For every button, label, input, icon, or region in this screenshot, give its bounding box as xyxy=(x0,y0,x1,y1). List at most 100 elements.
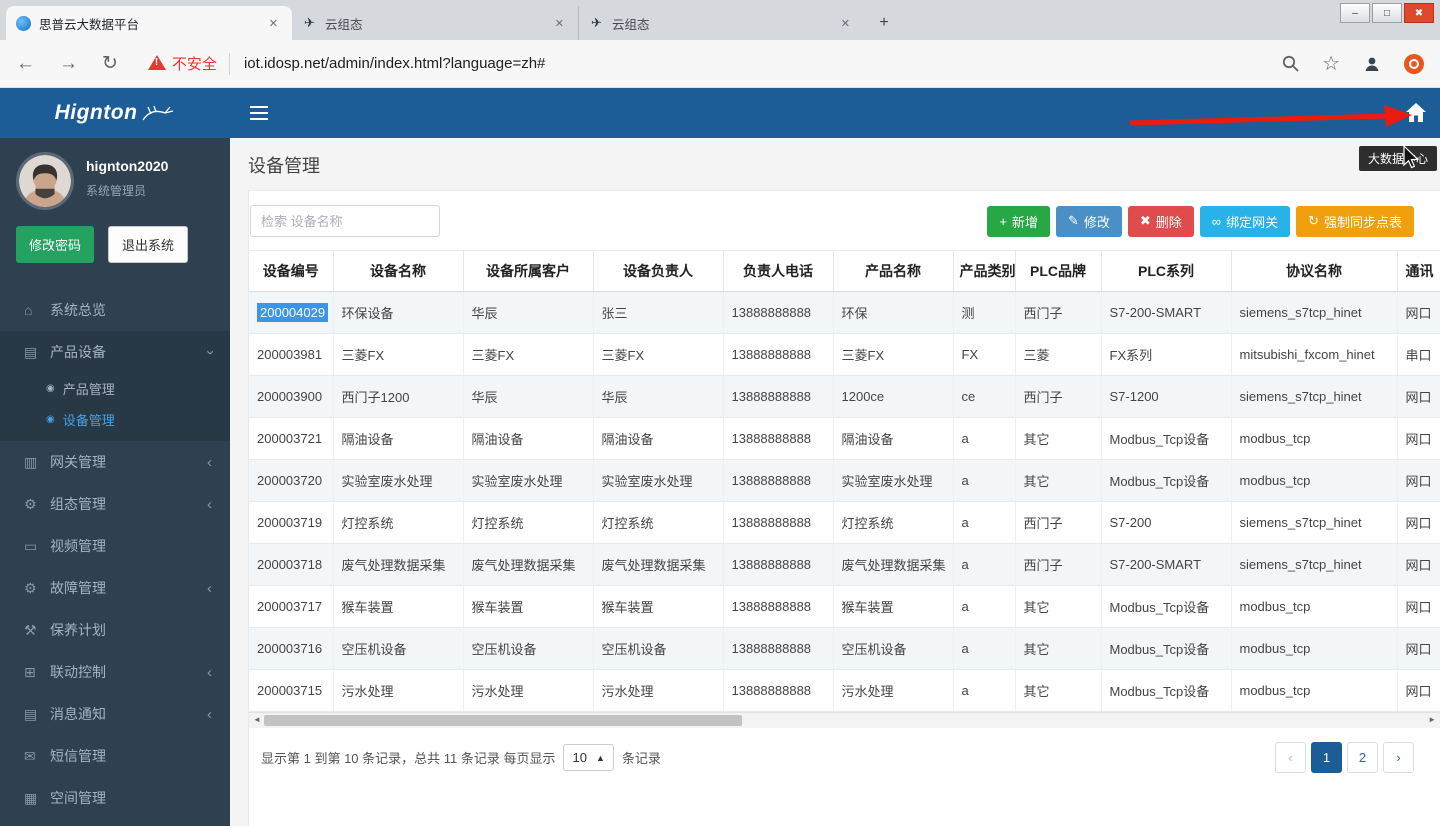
table-row[interactable]: 200003719灯控系统灯控系统灯控系统13888888888灯控系统a西门子… xyxy=(249,502,1440,544)
sidebar-item-scada-manage[interactable]: ⚙组态管理‹ xyxy=(0,483,230,525)
browser-brand-icon[interactable] xyxy=(1404,54,1424,74)
column-header[interactable]: 负责人电话 xyxy=(723,251,833,292)
table-cell: Modbus_Tcp设备 xyxy=(1101,418,1231,460)
home-icon[interactable] xyxy=(1406,103,1426,127)
logout-button[interactable]: 退出系统 xyxy=(108,226,188,263)
sidebar-item-fault-manage[interactable]: ⚙故障管理‹ xyxy=(0,567,230,609)
column-header[interactable]: PLC系列 xyxy=(1101,251,1231,292)
sidebar-item-linkage-control[interactable]: ⊞联动控制‹ xyxy=(0,651,230,693)
reload-icon[interactable]: ↻ xyxy=(102,52,118,75)
sidebar-item-product-device[interactable]: ▤产品设备‹ xyxy=(0,331,230,373)
pagination-summary: 显示第 1 到第 10 条记录，总共 11 条记录 每页显示 10 ▲ 条记录 xyxy=(261,744,661,771)
sidebar-item-device-manage[interactable]: ◉设备管理 xyxy=(0,404,230,435)
table-row[interactable]: 200003900西门子1200华辰华辰138888888881200cece西… xyxy=(249,376,1440,418)
zoom-icon[interactable] xyxy=(1281,54,1300,73)
force-sync-button[interactable]: ↻强制同步点表 xyxy=(1296,206,1414,237)
minimize-button[interactable]: – xyxy=(1340,3,1370,23)
sidebar-item-label: 故障管理 xyxy=(50,578,207,598)
sidebar-item-maintenance-plan[interactable]: ⚒保养计划 xyxy=(0,609,230,651)
column-header[interactable]: 设备编号 xyxy=(249,251,333,292)
page-2-page-button[interactable]: 2 xyxy=(1347,742,1378,773)
table-cell: Modbus_Tcp设备 xyxy=(1101,628,1231,670)
tab-close-icon[interactable]: ✕ xyxy=(551,15,568,32)
column-header[interactable]: 产品类别 xyxy=(953,251,1015,292)
column-header[interactable]: PLC品牌 xyxy=(1015,251,1101,292)
sidebar-item-gateway-manage[interactable]: ▥网关管理‹ xyxy=(0,441,230,483)
browser-tab-tab-1[interactable]: 思普云大数据平台✕ xyxy=(6,6,292,40)
page-size-select[interactable]: 10 ▲ xyxy=(563,744,613,771)
browser-tab-tab-3[interactable]: ✈云组态✕ xyxy=(578,6,864,40)
add-button[interactable]: +新增 xyxy=(987,206,1050,237)
scroll-left-icon[interactable]: ◄ xyxy=(253,715,261,724)
next-page-button[interactable]: › xyxy=(1383,742,1414,773)
table-cell: 空压机设备 xyxy=(463,628,593,670)
column-header[interactable]: 产品名称 xyxy=(833,251,953,292)
horizontal-scrollbar[interactable]: ◄ ► xyxy=(249,712,1440,728)
table-row[interactable]: 200003981三菱FX三菱FX三菱FX13888888888三菱FXFX三菱… xyxy=(249,334,1440,376)
table-row[interactable]: 200003718废气处理数据采集废气处理数据采集废气处理数据采集1388888… xyxy=(249,544,1440,586)
table-cell: 13888888888 xyxy=(723,502,833,544)
table-cell: a xyxy=(953,628,1015,670)
chevron-left-icon: ‹ xyxy=(207,706,212,723)
sidebar-item-message-notify[interactable]: ▤消息通知‹ xyxy=(0,693,230,735)
table-cell: 西门子 xyxy=(1015,292,1101,334)
browser-tab-tab-2[interactable]: ✈云组态✕ xyxy=(292,6,578,40)
table-cell: 13888888888 xyxy=(723,628,833,670)
table-cell: 三菱FX xyxy=(463,334,593,376)
scroll-right-icon[interactable]: ► xyxy=(1428,715,1436,724)
globe-favicon-icon xyxy=(16,16,31,31)
table-cell: a xyxy=(953,418,1015,460)
column-header[interactable]: 通讯 xyxy=(1397,251,1440,292)
security-warning-label[interactable]: 不安全 xyxy=(172,53,217,74)
table-row[interactable]: 200004029环保设备华辰张三13888888888环保测西门子S7-200… xyxy=(249,292,1440,334)
table-cell: S7-200-SMART xyxy=(1101,544,1231,586)
sidebar-item-sms-manage[interactable]: ✉短信管理 xyxy=(0,735,230,777)
page-1-page-button[interactable]: 1 xyxy=(1311,742,1342,773)
table-cell: modbus_tcp xyxy=(1231,670,1397,712)
table-row[interactable]: 200003721隔油设备隔油设备隔油设备13888888888隔油设备a其它M… xyxy=(249,418,1440,460)
table-cell: 灯控系统 xyxy=(463,502,593,544)
bookmark-star-icon[interactable]: ☆ xyxy=(1322,51,1340,76)
sidebar-item-product-manage[interactable]: ◉产品管理 xyxy=(0,373,230,404)
profile-icon[interactable] xyxy=(1362,54,1382,74)
bind-gateway-button[interactable]: ∞绑定网关 xyxy=(1200,206,1290,237)
table-cell: 三菱FX xyxy=(593,334,723,376)
back-icon[interactable]: ← xyxy=(16,53,35,75)
forward-icon[interactable]: → xyxy=(59,53,78,75)
table-row[interactable]: 200003717猴车装置猴车装置猴车装置13888888888猴车装置a其它M… xyxy=(249,586,1440,628)
column-header[interactable]: 设备名称 xyxy=(333,251,463,292)
table-cell: siemens_s7tcp_hinet xyxy=(1231,292,1397,334)
tab-close-icon[interactable]: ✕ xyxy=(265,15,282,32)
table-row[interactable]: 200003715污水处理污水处理污水处理13888888888污水处理a其它M… xyxy=(249,670,1440,712)
sidebar-item-label: 短信管理 xyxy=(50,746,212,766)
column-header[interactable]: 设备负责人 xyxy=(593,251,723,292)
logo-antler-icon xyxy=(141,105,175,121)
url-text[interactable]: iot.idosp.net/admin/index.html?language=… xyxy=(244,55,1269,72)
avatar[interactable] xyxy=(16,152,74,210)
prev-page-button[interactable]: ‹ xyxy=(1275,742,1306,773)
sidebar-item-system-overview[interactable]: ⌂系统总览 xyxy=(0,289,230,331)
menu-toggle-icon[interactable] xyxy=(250,106,268,120)
edit-button[interactable]: ✎修改 xyxy=(1056,206,1122,237)
search-input[interactable] xyxy=(250,205,440,237)
tab-close-icon[interactable]: ✕ xyxy=(837,15,854,32)
sidebar-item-space-manage[interactable]: ▦空间管理 xyxy=(0,777,230,819)
restore-button[interactable]: □ xyxy=(1372,3,1402,23)
sidebar-item-video-manage[interactable]: ▭视频管理 xyxy=(0,525,230,567)
scrollbar-thumb[interactable] xyxy=(264,715,742,726)
column-header[interactable]: 设备所属客户 xyxy=(463,251,593,292)
table-cell: 西门子1200 xyxy=(333,376,463,418)
table-row[interactable]: 200003716空压机设备空压机设备空压机设备13888888888空压机设备… xyxy=(249,628,1440,670)
column-header[interactable]: 协议名称 xyxy=(1231,251,1397,292)
new-tab-button[interactable]: + xyxy=(870,10,898,36)
close-button[interactable]: ✖ xyxy=(1404,3,1434,23)
table-row[interactable]: 200003720实验室废水处理实验室废水处理实验室废水处理1388888888… xyxy=(249,460,1440,502)
avatar-image xyxy=(19,155,71,207)
security-warning-icon[interactable] xyxy=(148,55,166,70)
sidebar-item-label: 视频管理 xyxy=(50,536,212,556)
table-cell: 隔油设备 xyxy=(833,418,953,460)
app-logo[interactable]: Hignton xyxy=(0,88,230,138)
table-cell: 13888888888 xyxy=(723,418,833,460)
delete-button[interactable]: ✖删除 xyxy=(1128,206,1194,237)
change-password-button[interactable]: 修改密码 xyxy=(16,226,94,263)
